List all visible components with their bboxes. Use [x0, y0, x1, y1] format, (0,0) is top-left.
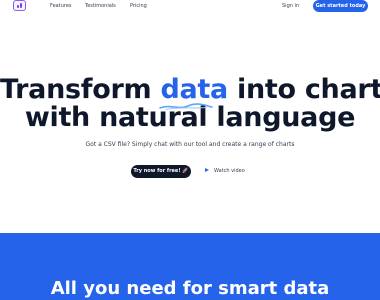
watch-video-button[interactable]: Watch video — [205, 165, 245, 178]
headline-highlight-text: data — [160, 74, 228, 105]
features-section: All you need for smart data — [0, 233, 380, 300]
headline-text-start: Transform — [0, 74, 161, 105]
nav-link-features[interactable]: Features — [50, 3, 72, 9]
features-title: All you need for smart data — [50, 278, 330, 299]
play-icon — [205, 168, 209, 172]
headline-text-end: into charts — [237, 74, 380, 105]
nav-link-pricing[interactable]: Pricing — [130, 3, 147, 9]
get-started-button[interactable]: Get started today — [313, 0, 368, 12]
try-now-button[interactable]: Try now for free! 🚀 — [131, 165, 191, 178]
top-nav: Features Testimonials Pricing Sign in Ge… — [0, 0, 380, 14]
squiggle-underline-icon — [159, 103, 214, 110]
headline-highlight: data — [159, 74, 228, 110]
watch-video-label: Watch video — [214, 168, 245, 174]
sign-in-link[interactable]: Sign in — [282, 3, 299, 9]
nav-link-testimonials[interactable]: Testimonials — [85, 3, 116, 9]
chart-logo-icon[interactable] — [13, 0, 26, 11]
hero-headline: Transform data into charts with natural … — [0, 76, 380, 132]
hero-subtitle: Got a CSV file? Simply chat with our too… — [85, 141, 295, 148]
